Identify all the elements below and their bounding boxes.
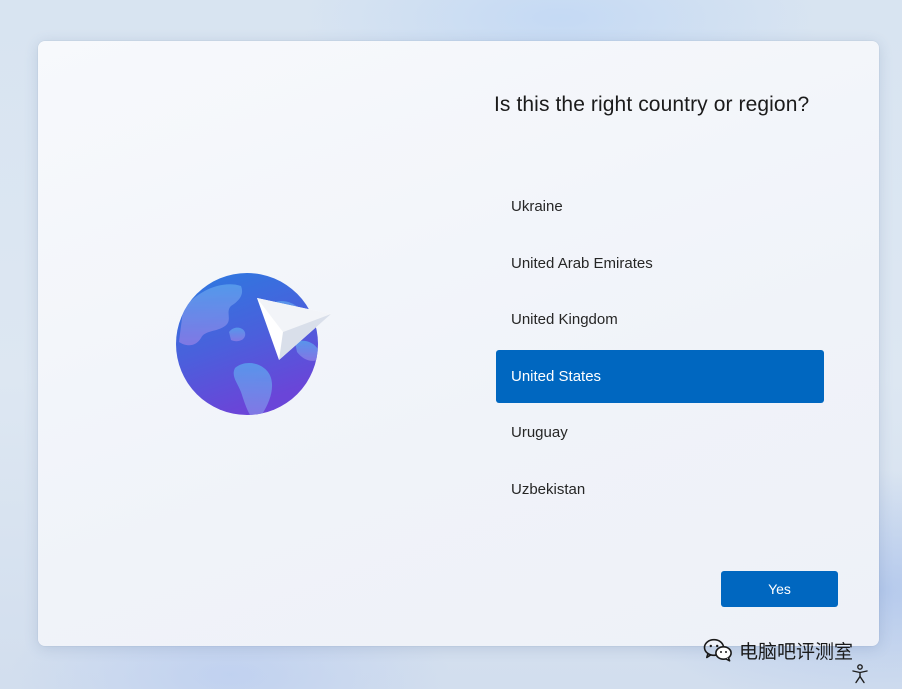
country-list: Ukraine United Arab Emirates United King… bbox=[496, 180, 824, 520]
setup-card: Is this the right country or region? Ukr… bbox=[38, 41, 879, 646]
country-item-uruguay[interactable]: Uruguay bbox=[496, 406, 824, 459]
country-item-united-arab-emirates[interactable]: United Arab Emirates bbox=[496, 237, 824, 290]
accessibility-icon[interactable] bbox=[851, 664, 869, 684]
wechat-icon bbox=[703, 638, 732, 662]
country-item-united-kingdom[interactable]: United Kingdom bbox=[496, 293, 824, 346]
page-title: Is this the right country or region? bbox=[494, 93, 810, 116]
yes-button[interactable]: Yes bbox=[721, 571, 838, 607]
watermark: 电脑吧评测室 bbox=[703, 636, 853, 664]
country-item-ukraine[interactable]: Ukraine bbox=[496, 180, 824, 233]
watermark-text: 电脑吧评测室 bbox=[739, 640, 854, 663]
country-item-uzbekistan[interactable]: Uzbekistan bbox=[496, 463, 824, 516]
country-item-united-states[interactable]: United States bbox=[496, 349, 824, 403]
globe-paper-plane-icon bbox=[175, 272, 335, 432]
